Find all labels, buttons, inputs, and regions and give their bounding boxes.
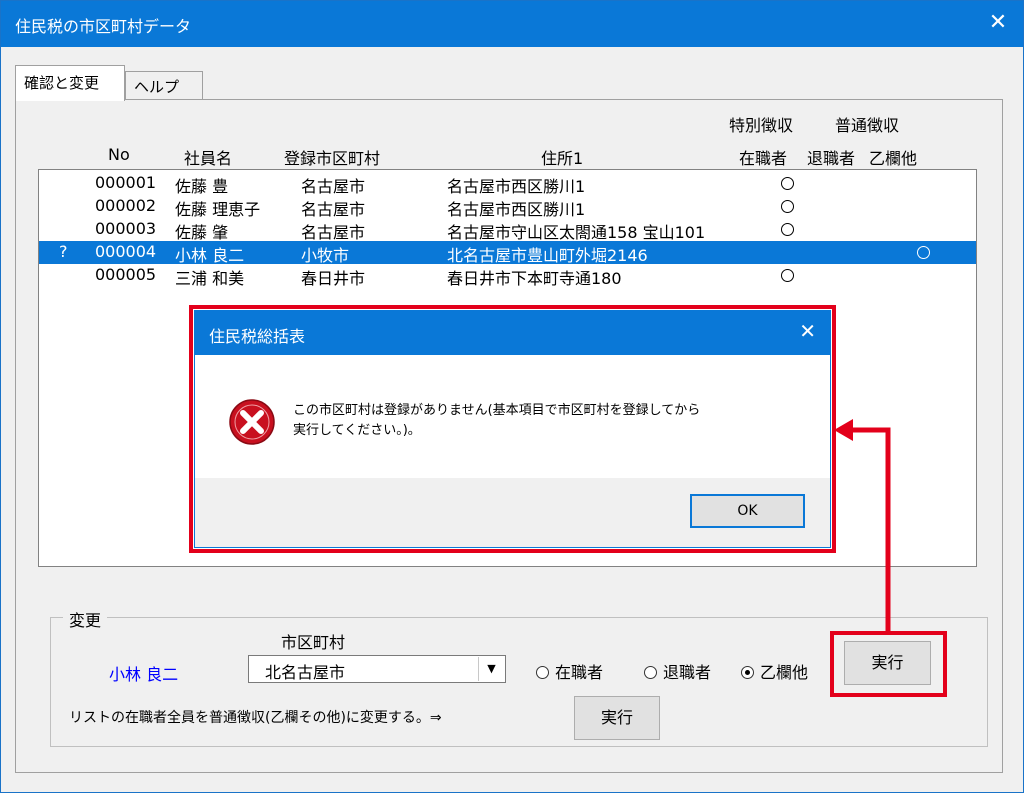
- selected-employee-name: 小林 良二: [109, 665, 179, 684]
- row-name: 佐藤 肇: [175, 223, 229, 242]
- header-otsu-other: 乙欄他: [869, 149, 918, 168]
- row-address: 名古屋市西区勝川1: [447, 200, 586, 219]
- row-city: 名古屋市: [301, 223, 366, 242]
- employed-mark-icon: [781, 200, 794, 213]
- dialog-title-bar[interactable]: 住民税総括表 ✕: [195, 311, 830, 355]
- row-city: 春日井市: [301, 269, 366, 288]
- row-name: 三浦 和美: [175, 269, 245, 288]
- row-no: 000001: [95, 173, 157, 192]
- chevron-down-icon[interactable]: ▼: [478, 657, 504, 681]
- error-dialog: 住民税総括表 ✕ この市区町村は登録がありません(基本項目で市区町村を登録してか…: [194, 310, 831, 548]
- error-icon: [229, 399, 275, 445]
- table-row[interactable]: 000005 三浦 和美 春日井市 春日井市下本町寺通180: [39, 264, 976, 288]
- city-label: 市区町村: [281, 633, 346, 652]
- bulk-change-text: リストの在職者全員を普通徴収(乙欄その他)に変更する。⇒: [69, 710, 442, 726]
- otsu-other-mark-icon: [917, 246, 930, 259]
- header-no: No: [108, 145, 130, 164]
- radio-employed[interactable]: 在職者: [536, 659, 603, 683]
- close-icon[interactable]: ✕: [985, 9, 1011, 37]
- row-address: 名古屋市守山区太閤通158 宝山101: [447, 223, 706, 242]
- dialog-close-icon[interactable]: ✕: [799, 319, 816, 343]
- radio-dot-icon: [644, 666, 657, 679]
- header-special-collection: 特別徴収: [729, 116, 794, 135]
- header-ordinary-collection: 普通徴収: [835, 116, 900, 135]
- radio-dot-selected-icon: [741, 666, 754, 679]
- dialog-footer: OK: [195, 478, 830, 547]
- radio-retired[interactable]: 退職者: [644, 659, 711, 683]
- dialog-message: この市区町村は登録がありません(基本項目で市区町村を登録してから 実行してくださ…: [293, 401, 813, 441]
- employed-mark-icon: [781, 223, 794, 236]
- bulk-execute-button[interactable]: 実行: [574, 696, 660, 740]
- table-row[interactable]: 000002 佐藤 理恵子 名古屋市 名古屋市西区勝川1: [39, 195, 976, 219]
- header-retired: 退職者: [807, 149, 856, 168]
- city-select-value: 北名古屋市: [265, 663, 346, 682]
- row-marker: ?: [59, 242, 68, 261]
- dialog-message-line2: 実行してください。)。: [293, 423, 421, 438]
- red-arrow-connector: [834, 419, 891, 633]
- row-city: 名古屋市: [301, 200, 366, 219]
- row-no: 000003: [95, 219, 157, 238]
- ok-button[interactable]: OK: [690, 494, 805, 528]
- row-no: 000002: [95, 196, 157, 215]
- dialog-title: 住民税総括表: [209, 327, 306, 346]
- radio-dot-icon: [536, 666, 549, 679]
- employed-mark-icon: [781, 177, 794, 190]
- table-row[interactable]: 000003 佐藤 肇 名古屋市 名古屋市守山区太閤通158 宝山101: [39, 218, 976, 242]
- header-employee-name: 社員名: [184, 149, 233, 168]
- table-row-selected[interactable]: ? 000004 小林 良二 小牧市 北名古屋市豊山町外堀2146: [39, 241, 976, 265]
- header-address1: 住所1: [541, 149, 584, 168]
- header-registered-city: 登録市区町村: [284, 149, 381, 168]
- radio-otsu-other[interactable]: 乙欄他: [741, 659, 808, 683]
- row-name: 小林 良二: [175, 246, 245, 265]
- dialog-message-line1: この市区町村は登録がありません(基本項目で市区町村を登録してから: [293, 403, 701, 418]
- window-title: 住民税の市区町村データ: [15, 17, 192, 36]
- tab-help[interactable]: ヘルプ: [125, 71, 203, 101]
- row-address: 春日井市下本町寺通180: [447, 269, 622, 288]
- row-address: 北名古屋市豊山町外堀2146: [447, 246, 648, 265]
- city-select[interactable]: 北名古屋市 ▼: [248, 655, 506, 683]
- change-group-label: 変更: [63, 607, 108, 631]
- tab-confirm-change[interactable]: 確認と変更: [15, 65, 125, 101]
- title-bar[interactable]: 住民税の市区町村データ ✕: [1, 1, 1023, 47]
- radio-employed-label: 在職者: [555, 663, 604, 682]
- header-employed: 在職者: [739, 149, 788, 168]
- row-city: 名古屋市: [301, 177, 366, 196]
- main-window: 住民税の市区町村データ ✕ 確認と変更 ヘルプ 特別徴収 普通徴収 No 社員名…: [0, 0, 1024, 793]
- row-address: 名古屋市西区勝川1: [447, 177, 586, 196]
- row-city: 小牧市: [301, 246, 350, 265]
- row-no: 000004: [95, 242, 157, 261]
- employed-mark-icon: [781, 269, 794, 282]
- row-no: 000005: [95, 265, 157, 284]
- row-name: 佐藤 理恵子: [175, 200, 261, 219]
- radio-retired-label: 退職者: [663, 663, 712, 682]
- row-name: 佐藤 豊: [175, 177, 229, 196]
- table-row[interactable]: 000001 佐藤 豊 名古屋市 名古屋市西区勝川1: [39, 172, 976, 196]
- radio-otsu-other-label: 乙欄他: [760, 663, 809, 682]
